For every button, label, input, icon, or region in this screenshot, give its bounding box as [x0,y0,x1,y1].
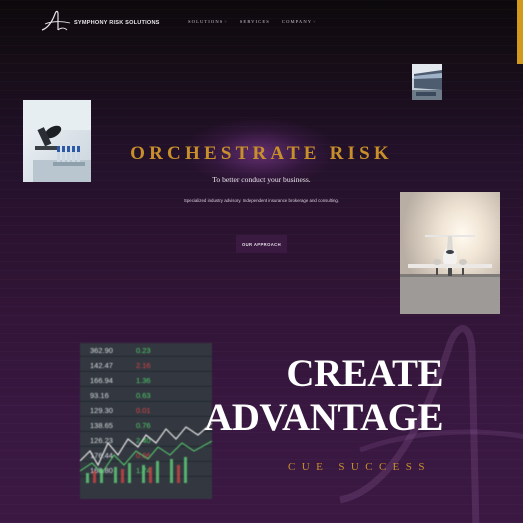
ticker-change: 1.36 [136,376,151,385]
nav-company[interactable]: COMPANY˅ [282,19,317,24]
ticker-row-divider [80,356,212,357]
ticker-change: 2.16 [136,361,151,370]
nav-company-label: COMPANY [281,19,313,24]
heading-line-create: CREATE [286,352,443,395]
ticker-row-divider [80,401,212,402]
section-tagline: CUE SUCCESS [288,461,431,473]
brand-name: SYMPHONY RISK SOLUTIONS [74,20,160,26]
private-jet-photo [400,192,500,314]
ticker-row-divider [80,446,212,447]
nav-solutions[interactable]: SOLUTIONS˅ [188,19,228,24]
ticker-change: 0.23 [136,346,151,355]
ticker-price: 362.90 [90,346,113,355]
ticker-price: 126.23 [90,436,113,445]
gold-accent-bar [517,0,523,64]
ticker-row-divider [80,371,212,372]
ticker-price: 166.94 [90,376,113,385]
site-header: SYMPHONY RISK SOLUTIONS SOLUTIONS˅ SERVI… [0,0,523,44]
symphony-logo-icon [41,10,71,31]
ticker-price: 138.65 [90,421,113,430]
section-heading: CREATE ADVANTAGE [200,352,443,440]
ticker-change: 0.76 [136,421,151,430]
hero-title: ORCHESTRATE RISK [130,143,393,164]
heading-line-advantage: ADVANTAGE [204,396,443,439]
nav-services-label: SERVICES [239,19,270,24]
ticker-row-divider [80,416,212,417]
brand-logo[interactable]: SYMPHONY RISK SOLUTIONS [40,8,160,34]
ticker-row-divider [80,386,212,387]
nav-solutions-label: SOLUTIONS [188,19,224,24]
nav-services[interactable]: SERVICES [240,19,270,24]
ticker-price: 129.30 [90,406,113,415]
ticker-change: 0.01 [136,406,151,415]
page: SYMPHONY RISK SOLUTIONS SOLUTIONS˅ SERVI… [0,0,523,523]
chevron-down-icon: ˅ [224,19,228,24]
ticker-price: 93.16 [90,391,109,400]
main-nav: SOLUTIONS˅ SERVICES COMPANY˅ [188,19,317,24]
stock-ticker-photo: 362.90 0.23 142.47 2.16 166.94 1.36 93.16 0.63 1… [80,343,212,499]
ticker-price: 142.47 [90,361,113,370]
ticker-row-divider [80,476,212,477]
our-approach-button[interactable]: OUR APPROACH [236,235,287,253]
building-photo [412,64,442,100]
ticker-change: 0.63 [136,391,151,400]
hero-description: Specialized industry advisory. Independe… [183,198,340,203]
microscope-photo [23,100,91,182]
hero-subtitle: To better conduct your business. [212,175,311,184]
chevron-down-icon: ˅ [313,19,317,24]
